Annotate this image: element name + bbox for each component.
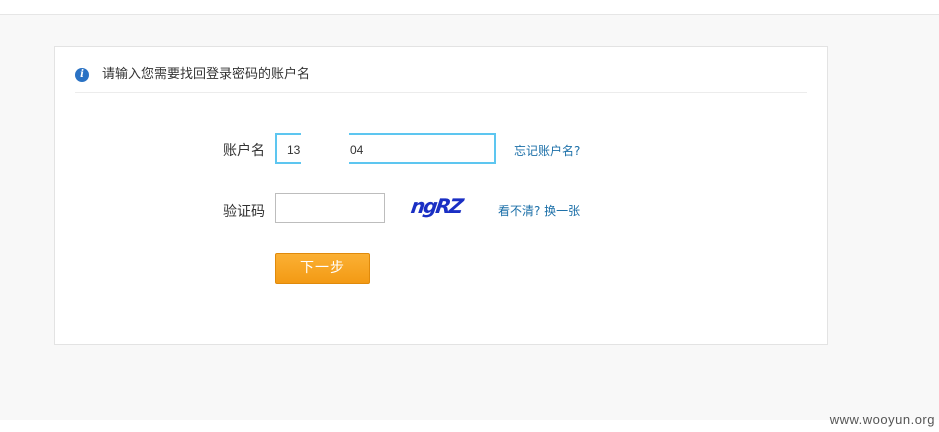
captcha-label: 验证码 — [223, 204, 265, 220]
watermark-text: www.wooyun.org — [829, 412, 935, 427]
account-input-value-suffix: 04 — [350, 143, 364, 157]
captcha-image[interactable]: ngRZ — [410, 193, 470, 219]
captcha-text: ngRZ — [410, 194, 466, 218]
top-bar — [0, 0, 939, 15]
next-step-button[interactable]: 下一步 — [275, 253, 370, 284]
panel-header: i 请输入您需要找回登录密码的账户名 — [75, 67, 807, 93]
info-icon: i — [75, 68, 89, 82]
captcha-input[interactable] — [275, 193, 385, 223]
account-label: 账户名 — [223, 143, 265, 159]
instruction-text: 请输入您需要找回登录密码的账户名 — [102, 67, 311, 82]
account-redaction-gap — [301, 131, 349, 166]
find-password-panel: i 请输入您需要找回登录密码的账户名 账户名 13 04 忘记账户名? 验证码 … — [54, 46, 828, 345]
refresh-captcha-link[interactable]: 看不清? 换一张 — [498, 202, 580, 219]
forgot-account-link[interactable]: 忘记账户名? — [514, 142, 580, 159]
account-input-value-prefix: 13 — [287, 143, 301, 157]
bottom-strip — [0, 420, 939, 432]
